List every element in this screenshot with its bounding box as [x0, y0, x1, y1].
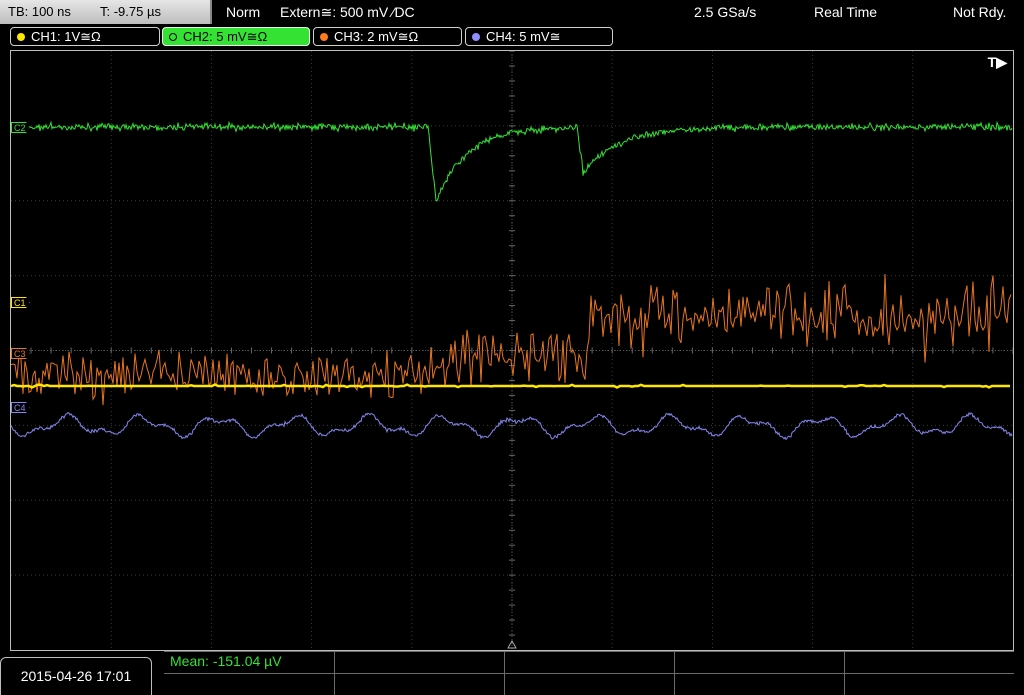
timebase-label: TB: 100 ns [8, 4, 71, 19]
channel-1-tab[interactable]: CH1: 1V≅Ω [10, 27, 160, 46]
channel-2-label: CH2: 5 mV≅Ω [183, 29, 268, 44]
top-status-bar: TB: 100 ns T: -9.75 µs Norm Extern≅: 500… [0, 0, 1024, 24]
date-time: 2015-04-26 17:01 [0, 657, 152, 695]
waveform-display[interactable]: T▶ C2 C1 C3 C4 [10, 50, 1014, 651]
channel-2-tab[interactable]: CH2: 5 mV≅Ω [162, 27, 310, 46]
channel-3-label: CH3: 2 mV≅Ω [334, 29, 419, 44]
meas-divider-col2 [504, 651, 505, 695]
trigger-position-icon[interactable]: T▶ [988, 54, 1007, 71]
measurement-table: Mean: -151.04 µV [164, 651, 1014, 695]
channel-3-offset-marker[interactable]: C3 [11, 348, 30, 359]
trigger-mode[interactable]: Norm [226, 4, 260, 20]
measurement-value: -151.04 µV [212, 653, 282, 669]
channel-1-trace [11, 383, 1010, 389]
channel-2-offset-marker[interactable]: C2 [11, 122, 30, 133]
meas-divider-col4 [844, 651, 845, 695]
channel-4-offset-marker[interactable]: C4 [11, 402, 30, 413]
measurement-readout: Mean: -151.04 µV [170, 653, 282, 669]
channel-2-dot-icon [169, 33, 177, 41]
meas-divider-mid [164, 673, 1014, 674]
channel-3-tab[interactable]: CH3: 2 mV≅Ω [313, 27, 462, 46]
timebase-box[interactable]: TB: 100 ns T: -9.75 µs [0, 0, 212, 24]
bottom-bar: 2015-04-26 17:01 Mean: -151.04 µV [0, 651, 1024, 695]
trigger-time-label: T: -9.75 µs [100, 4, 161, 19]
channel-tabs: CH1: 1V≅Ω CH2: 5 mV≅Ω CH3: 2 mV≅Ω CH4: 5… [0, 27, 1024, 47]
channel-4-label: CH4: 5 mV≅ [486, 29, 561, 44]
run-status: Not Rdy. [953, 4, 1007, 20]
waveform-grid [11, 51, 1013, 650]
channel-3-dot-icon [320, 33, 328, 41]
measurement-label: Mean: [170, 653, 209, 669]
channel-1-offset-marker[interactable]: C1 [11, 297, 30, 308]
meas-divider-col3 [674, 651, 675, 695]
channel-1-label: CH1: 1V≅Ω [31, 29, 101, 44]
acquisition-mode: Real Time [814, 4, 878, 20]
trigger-source[interactable]: Extern≅: 500 mV ⁄DC [280, 4, 415, 21]
sample-rate: 2.5 GSa/s [694, 4, 757, 20]
channel-1-dot-icon [17, 33, 25, 41]
channel-4-dot-icon [472, 33, 480, 41]
meas-divider-top [164, 651, 1014, 652]
channel-4-tab[interactable]: CH4: 5 mV≅ [465, 27, 613, 46]
meas-divider-col1 [334, 651, 335, 695]
